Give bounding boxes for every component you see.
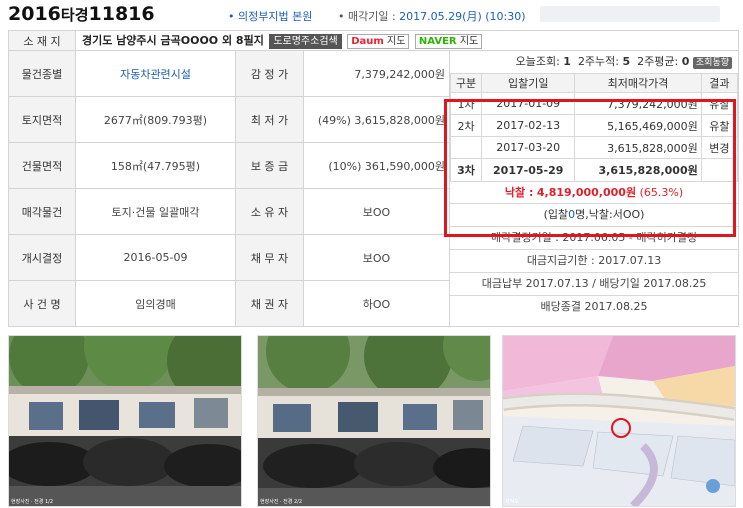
photo-caption: 현장사진 · 전경 1/2 (11, 499, 54, 505)
row-label: 건물면적 (8, 142, 76, 189)
owner-value: 보OO (303, 188, 450, 235)
bid-row: 2017-03-20 3,615,828,000원 변경 (449, 136, 739, 159)
payment-deadline: 대금지급기한 : 2017.07.13 (450, 249, 739, 272)
row-label: 감 정 가 (235, 50, 304, 97)
case-header: 2016타경11816 • 의정부지법 본원 • 매각기일 : 2017.05.… (0, 0, 743, 30)
site-photo-1[interactable]: 현장사진 · 전경 1/2 (8, 335, 242, 507)
land-area-value: 2677㎡(809.793평) (75, 96, 236, 143)
bidder-info: (입찰0명,낙찰:서OO) (450, 203, 739, 226)
row-label: 토지면적 (8, 96, 76, 143)
bid-row-current: 3차 2017-05-29 3,615,828,000원 (449, 158, 739, 182)
case-number: 2016타경11816 (8, 3, 155, 25)
bid-row: 1차 2017-01-09 7,379,242,000원 유찰 (449, 92, 739, 115)
row-label: 보 증 금 (235, 142, 304, 189)
row-label: 매각물건 (8, 188, 76, 235)
view-trend-button[interactable]: 조회동향 (692, 57, 733, 69)
sale-items-value: 토지·건물 일괄매각 (75, 188, 236, 235)
row-label: 소 유 자 (235, 188, 304, 235)
approval-line: 매각결정기일 : 2017.06.05 - 매각허가결정 (450, 226, 739, 249)
creditor-value: 하OO (303, 280, 450, 327)
road-address-button[interactable]: 도로명주소검색 (269, 34, 342, 49)
closing-line: 배당종결 2017.08.25 (450, 295, 739, 318)
property-info-table: 소 재 지 경기도 남양주시 금곡OOOO 외 8필지 도로명주소검색 Daum… (8, 30, 740, 327)
winning-bid: 낙찰 : 4,819,000,000원 (65.3%) (504, 186, 684, 199)
appraisal-value: 7,379,242,000원 (303, 50, 450, 97)
photo-caption: 현장사진 · 전경 2/2 (260, 499, 303, 505)
building-area-value: 158㎡(47.795평) (75, 142, 236, 189)
debtor-value: 보OO (303, 234, 450, 281)
row-label: 사 건 명 (8, 280, 76, 327)
address-cell: 경기도 남양주시 금곡OOOO 외 8필지 도로명주소검색 Daum 지도 NA… (74, 30, 740, 51)
photo-caption: 지적도 (505, 499, 519, 505)
auction-date: • 매각기일 : 2017.05.29(月) (10:30) (338, 10, 526, 23)
view-stats: 오늘조회: 1 2주누적: 5 2주평균: 0 조회동향 (450, 51, 738, 73)
bid-header-row: 구분 입찰기일 최저매각가격 결과 (449, 73, 739, 93)
cadastral-map[interactable]: 지적도 (502, 335, 736, 507)
site-photo-2-image (258, 336, 490, 506)
row-label: 최 저 가 (235, 96, 304, 143)
deposit-value: (10%) 361,590,000원 (303, 142, 450, 189)
blurred-area (540, 6, 720, 22)
court-link[interactable]: • 의정부지법 본원 (228, 8, 312, 24)
start-date-value: 2016-05-09 (75, 234, 236, 281)
site-photo-2[interactable]: 현장사진 · 전경 2/2 (257, 335, 491, 507)
address-label: 소 재 지 (8, 30, 76, 51)
site-photo-1-image (9, 336, 241, 506)
row-label: 채 무 자 (235, 234, 304, 281)
naver-map-button[interactable]: NAVER 지도 (414, 34, 483, 49)
bid-history-table: 구분 입찰기일 최저매각가격 결과 1차 2017-01-09 7,379,242,000… (449, 73, 739, 182)
row-label: 채 권 자 (235, 280, 304, 327)
minimum-price-value: (49%) 3,615,828,000원 (303, 96, 450, 143)
category-value: 자동차관련시설 (75, 50, 236, 97)
row-label: 개시결정 (8, 234, 76, 281)
address-value: 경기도 남양주시 금곡OOOO 외 8필지 (82, 34, 264, 47)
row-label: 물건종별 (8, 50, 76, 97)
daum-map-button[interactable]: Daum 지도 (347, 34, 410, 49)
case-name-value: 임의경매 (75, 280, 236, 327)
payment-line: 대금납부 2017.07.13 / 배당기일 2017.08.25 (450, 272, 739, 295)
cadastral-map-image (503, 336, 735, 506)
bid-panel: 오늘조회: 1 2주누적: 5 2주평균: 0 조회동향 구분 입찰기일 최저매각가… (448, 50, 740, 327)
bid-row: 2차 2017-02-13 5,165,469,000원 유찰 (449, 114, 739, 137)
